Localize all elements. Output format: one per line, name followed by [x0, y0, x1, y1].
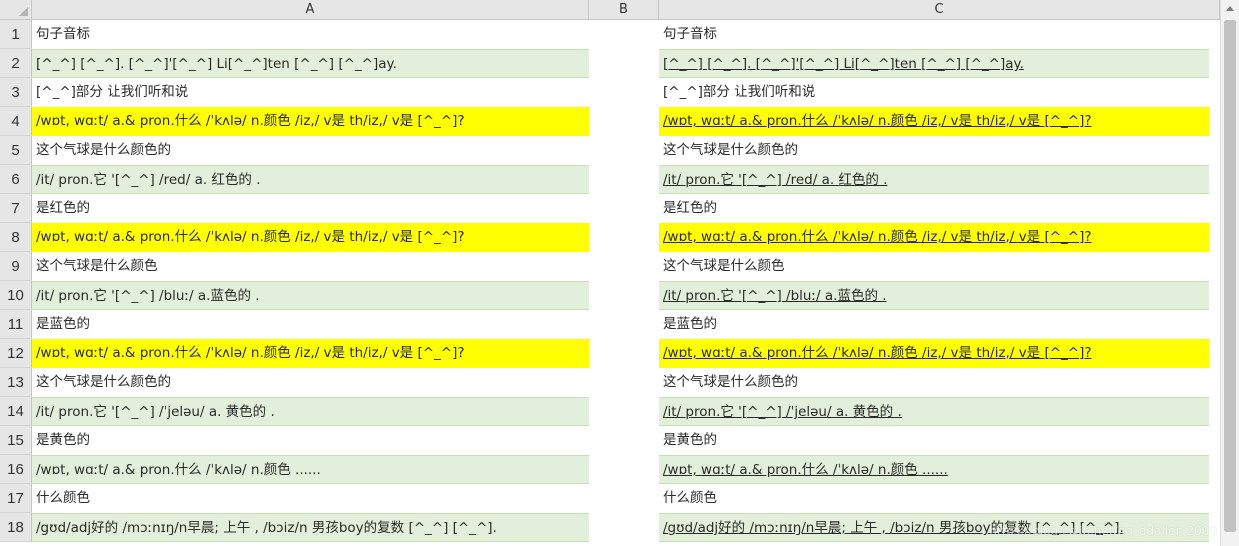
cell-c[interactable]: 这个气球是什么颜色的	[659, 368, 1209, 397]
scrollbar-thumb[interactable]	[1224, 20, 1236, 532]
cell-a[interactable]: /it/ pron.它 '[^_^] /bluː/ a.蓝色的 .	[32, 281, 589, 310]
watermark-text: https://blog.csdn.net/qq_ddaller_2000	[989, 524, 1217, 538]
cell-c[interactable]: 这个气球是什么颜色的	[659, 136, 1209, 165]
cell-b[interactable]	[589, 397, 659, 426]
cell-a[interactable]: 是黄色的	[32, 426, 589, 455]
cell-c[interactable]: 是红色的	[659, 194, 1209, 223]
cell-c[interactable]: /wɒt, wɑːt/ a.& pron.什么 /ˈkʌlə/ n.颜色 /iz…	[659, 107, 1209, 136]
row-header[interactable]: 18	[0, 513, 32, 542]
cell-b[interactable]	[589, 281, 659, 310]
row-header[interactable]: 12	[0, 339, 32, 368]
column-header-c[interactable]: C	[659, 0, 1220, 20]
cell-a[interactable]: /gʊd/adj好的 /mɔːnɪŋ/n早晨; 上午 , /bɔiz/n 男孩b…	[32, 513, 589, 542]
row-header[interactable]: 4	[0, 107, 32, 136]
row-header[interactable]: 5	[0, 136, 32, 165]
cell-a[interactable]: /it/ pron.它 '[^_^] /red/ a. 红色的 .	[32, 165, 589, 194]
spreadsheet-grid: A B C 1 句子音标 句子音标 2 [^_^] [^_^]. [^_^]'[^_^]…	[0, 0, 1220, 546]
cell-c[interactable]: [^_^]部分 让我们听和说	[659, 78, 1209, 107]
cell-b[interactable]	[589, 49, 659, 78]
cell-b[interactable]	[589, 455, 659, 484]
cell-c[interactable]: [^_^] [^_^]. [^_^]'[^_^] Li[^_^]ten [^_^…	[659, 49, 1209, 78]
row-header[interactable]: 10	[0, 281, 32, 310]
cell-b[interactable]	[589, 513, 659, 542]
cell-b[interactable]	[589, 368, 659, 397]
select-all-corner[interactable]	[0, 0, 32, 20]
row-header[interactable]: 1	[0, 20, 32, 49]
cell-c[interactable]: 是黄色的	[659, 426, 1209, 455]
cell-a[interactable]: 什么颜色	[32, 484, 589, 513]
row-header[interactable]: 8	[0, 223, 32, 252]
column-header-b[interactable]: B	[589, 0, 659, 20]
row-header[interactable]: 13	[0, 368, 32, 397]
row-header[interactable]: 17	[0, 484, 32, 513]
cell-a[interactable]: 这个气球是什么颜色的	[32, 368, 589, 397]
row-header[interactable]: 3	[0, 78, 32, 107]
cell-a[interactable]: /it/ pron.它 '[^_^] /ˈjeləu/ a. 黄色的 .	[32, 397, 589, 426]
row-header[interactable]: 7	[0, 194, 32, 223]
cell-b[interactable]	[589, 194, 659, 223]
cell-c[interactable]: 这个气球是什么颜色	[659, 252, 1209, 281]
cell-a[interactable]: /wɒt, wɑːt/ a.& pron.什么 /ˈkʌlə/ n.颜色 /iz…	[32, 107, 589, 136]
scroll-up-arrow-icon[interactable]	[1226, 6, 1234, 11]
cell-a[interactable]: 是红色的	[32, 194, 589, 223]
cell-b[interactable]	[589, 484, 659, 513]
cell-c[interactable]: /wɒt, wɑːt/ a.& pron.什么 /ˈkʌlə/ n.颜色 /iz…	[659, 339, 1209, 368]
cell-a[interactable]: 句子音标	[32, 20, 589, 49]
cell-b[interactable]	[589, 107, 659, 136]
cell-b[interactable]	[589, 136, 659, 165]
row-header[interactable]: 16	[0, 455, 32, 484]
cell-b[interactable]	[589, 165, 659, 194]
cell-c[interactable]: 句子音标	[659, 20, 1209, 49]
cell-a[interactable]: [^_^]部分 让我们听和说	[32, 78, 589, 107]
cell-c[interactable]: /it/ pron.它 '[^_^] /ˈjeləu/ a. 黄色的 .	[659, 397, 1209, 426]
cell-b[interactable]	[589, 223, 659, 252]
row-header[interactable]: 6	[0, 165, 32, 194]
cell-b[interactable]	[589, 252, 659, 281]
cell-b[interactable]	[589, 310, 659, 339]
cell-a[interactable]: 是蓝色的	[32, 310, 589, 339]
cell-c[interactable]: 是蓝色的	[659, 310, 1209, 339]
cell-b[interactable]	[589, 339, 659, 368]
cell-c[interactable]: /wɒt, wɑːt/ a.& pron.什么 /ˈkʌlə/ n.颜色 /iz…	[659, 223, 1209, 252]
vertical-scrollbar[interactable]	[1220, 0, 1239, 546]
cell-a[interactable]: /wɒt, wɑːt/ a.& pron.什么 /ˈkʌlə/ n.颜色 /iz…	[32, 339, 589, 368]
cell-b[interactable]	[589, 20, 659, 49]
cell-c[interactable]: /wɒt, wɑːt/ a.& pron.什么 /ˈkʌlə/ n.颜色 ...…	[659, 455, 1209, 484]
cell-a[interactable]: /wɒt, wɑːt/ a.& pron.什么 /ˈkʌlə/ n.颜色 /iz…	[32, 223, 589, 252]
cell-a[interactable]: /wɒt, wɑːt/ a.& pron.什么 /ˈkʌlə/ n.颜色 ...…	[32, 455, 589, 484]
cell-b[interactable]	[589, 426, 659, 455]
row-header[interactable]: 15	[0, 426, 32, 455]
row-header[interactable]: 14	[0, 397, 32, 426]
cell-b[interactable]	[589, 78, 659, 107]
cell-a[interactable]: [^_^] [^_^]. [^_^]'[^_^] Li[^_^]ten [^_^…	[32, 49, 589, 78]
column-header-a[interactable]: A	[32, 0, 589, 20]
row-header[interactable]: 11	[0, 310, 32, 339]
cell-c[interactable]: /it/ pron.它 '[^_^] /bluː/ a.蓝色的 .	[659, 281, 1209, 310]
cell-c[interactable]: /it/ pron.它 '[^_^] /red/ a. 红色的 .	[659, 165, 1209, 194]
cell-a[interactable]: 这个气球是什么颜色	[32, 252, 589, 281]
cell-c[interactable]: 什么颜色	[659, 484, 1209, 513]
row-header[interactable]: 9	[0, 252, 32, 281]
row-header[interactable]: 2	[0, 49, 32, 78]
cell-a[interactable]: 这个气球是什么颜色的	[32, 136, 589, 165]
